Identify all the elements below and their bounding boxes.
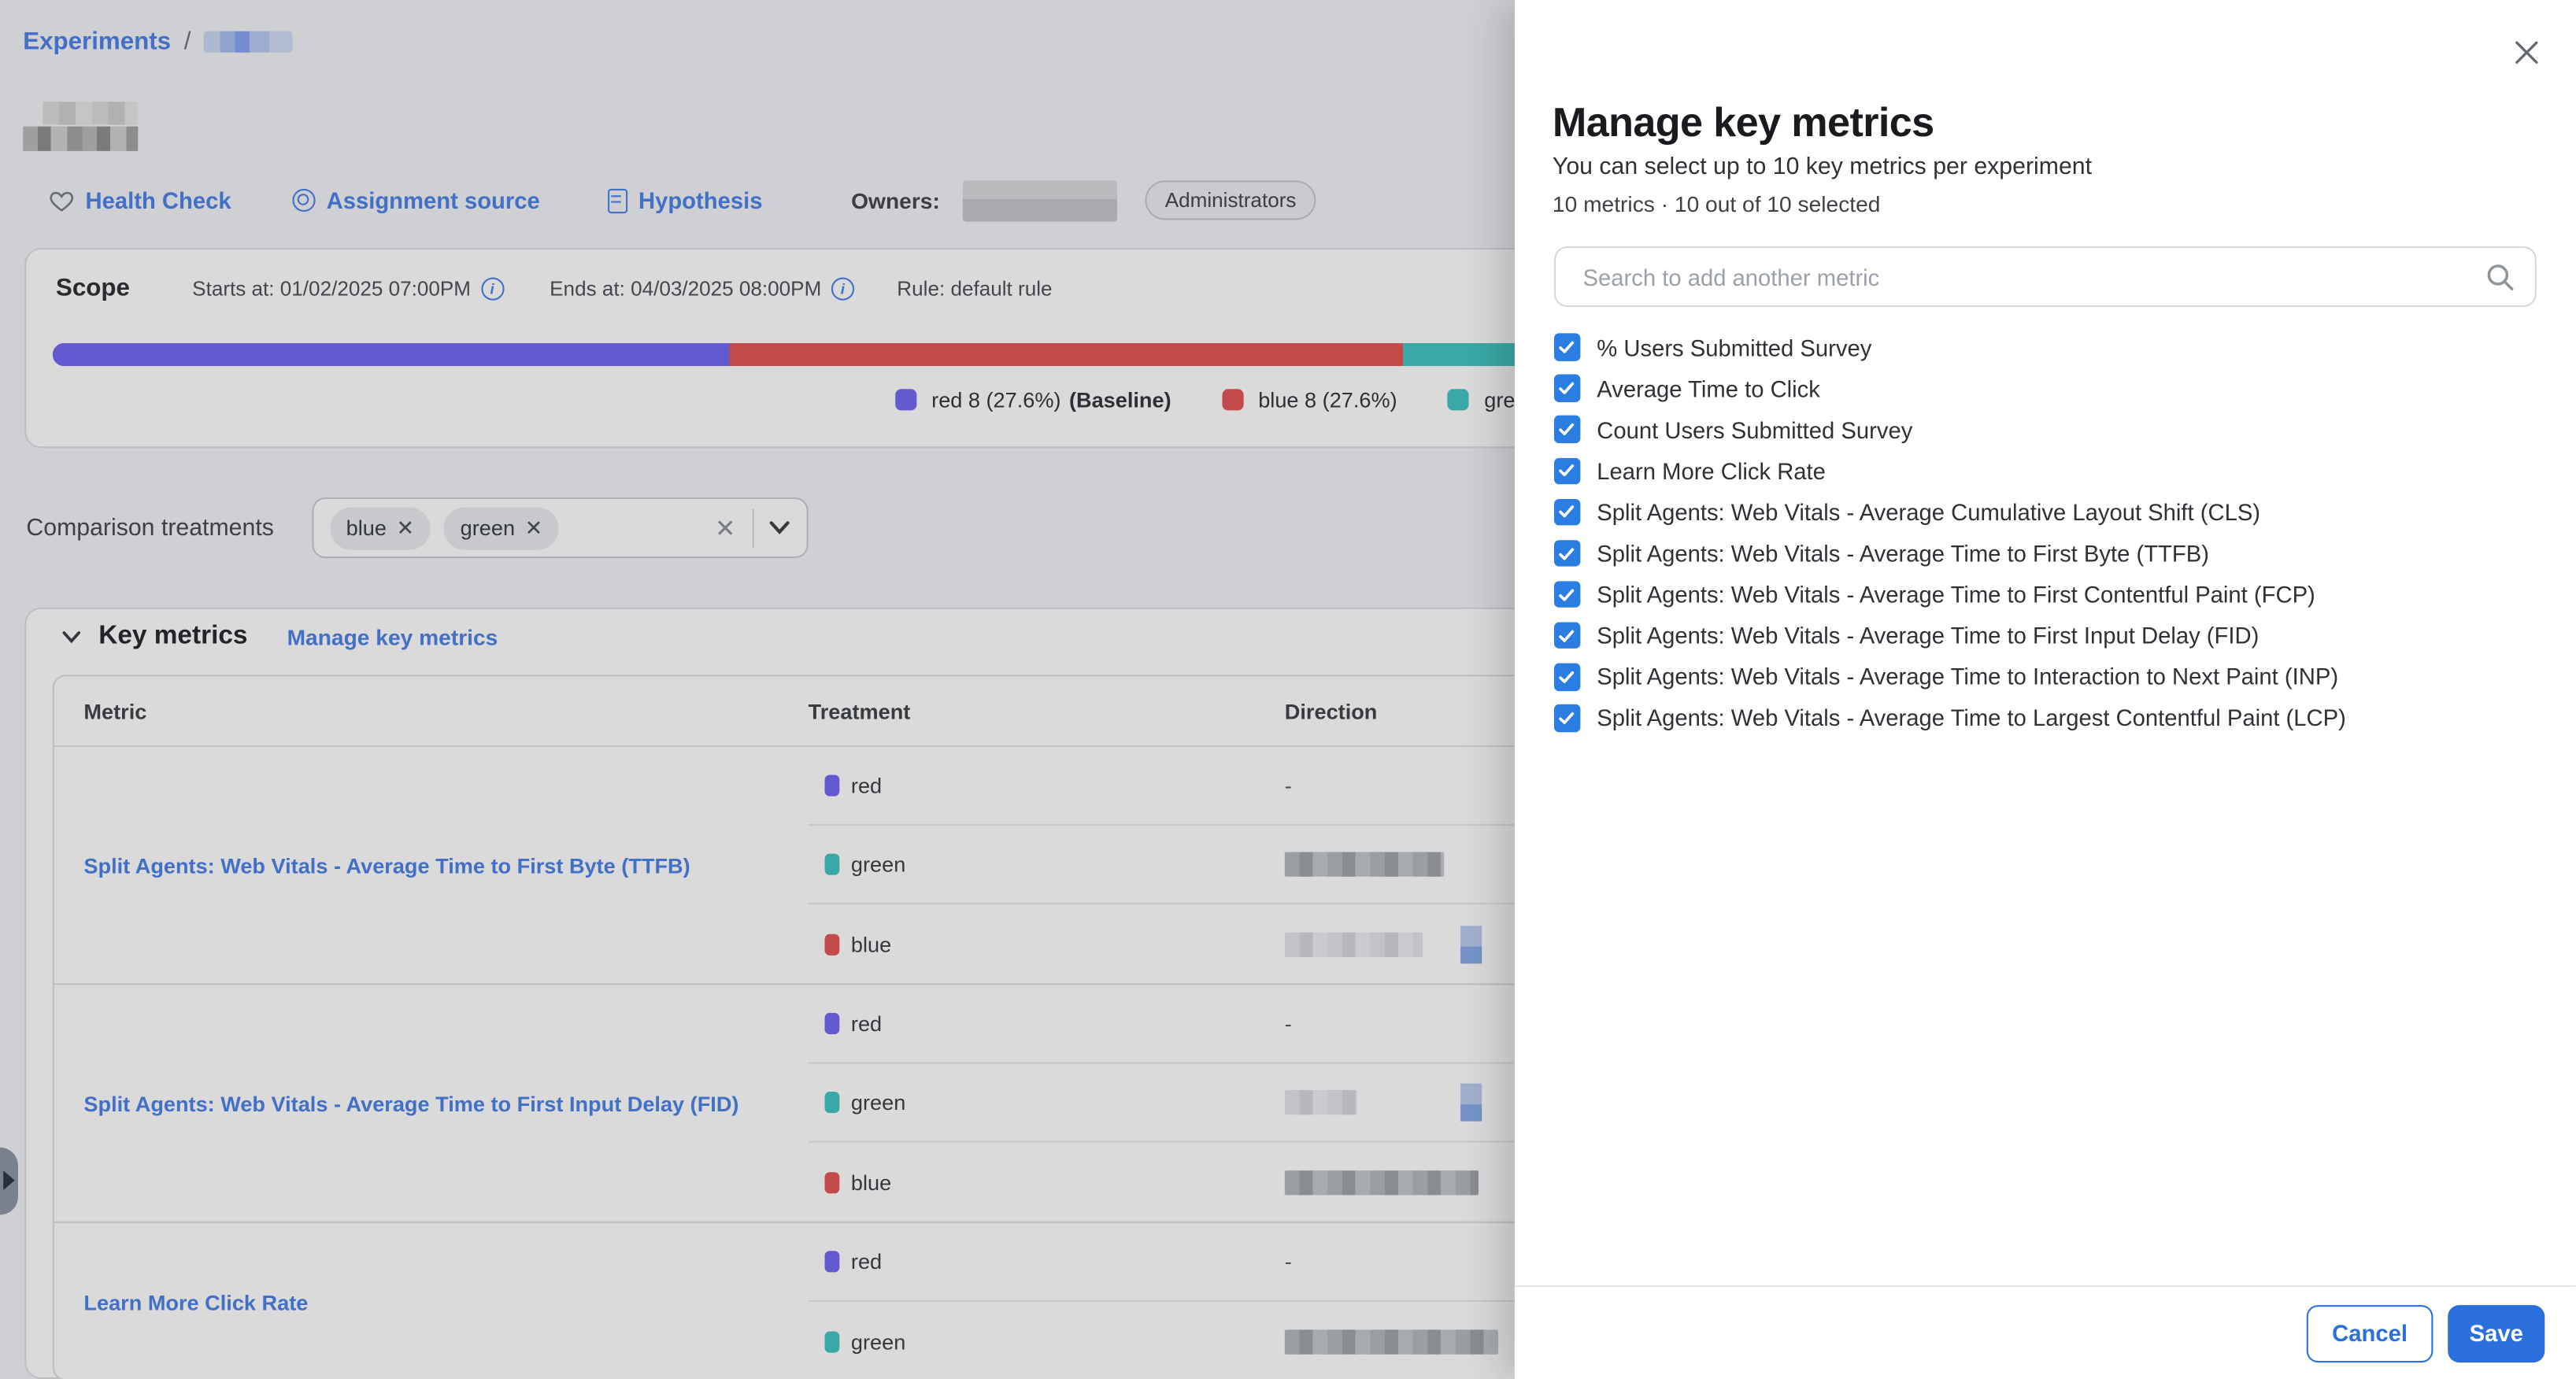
metric-checkbox-item[interactable]: Split Agents: Web Vitals - Average Time … [1553, 656, 2539, 697]
metric-search-box [1553, 246, 2536, 307]
checkbox-checked-icon[interactable] [1553, 540, 1580, 567]
checkbox-checked-icon[interactable] [1553, 581, 1580, 608]
search-icon[interactable] [2485, 263, 2515, 293]
cancel-button[interactable]: Cancel [2307, 1304, 2434, 1362]
save-button[interactable]: Save [2448, 1304, 2545, 1362]
metric-checkbox-item[interactable]: Split Agents: Web Vitals - Average Time … [1553, 697, 2539, 738]
metric-checkbox-item[interactable]: % Users Submitted Survey [1553, 327, 2539, 368]
metric-checkbox-item[interactable]: Learn More Click Rate [1553, 450, 2539, 491]
checkbox-checked-icon[interactable] [1553, 704, 1580, 731]
metrics-count-status: 10 metrics · 10 out of 10 selected [1553, 192, 1881, 216]
panel-title: Manage key metrics [1553, 100, 1934, 147]
metric-checkbox-item[interactable]: Average Time to Click [1553, 368, 2539, 409]
manage-key-metrics-panel: Manage key metrics You can select up to … [1514, 0, 2576, 1379]
close-icon[interactable] [2514, 39, 2540, 65]
app-window: Experiments / Health Check Assignment so… [0, 0, 2576, 1379]
metric-search-input[interactable] [1555, 248, 2534, 305]
metric-checkbox-list: % Users Submitted Survey Average Time to… [1553, 327, 2539, 738]
metric-checkbox-item[interactable]: Split Agents: Web Vitals - Average Time … [1553, 533, 2539, 574]
checkbox-checked-icon[interactable] [1553, 334, 1580, 360]
checkbox-checked-icon[interactable] [1553, 375, 1580, 401]
checkbox-checked-icon[interactable] [1553, 664, 1580, 690]
panel-subtitle: You can select up to 10 key metrics per … [1553, 154, 2092, 180]
metric-checkbox-item[interactable]: Count Users Submitted Survey [1553, 409, 2539, 450]
checkbox-checked-icon[interactable] [1553, 416, 1580, 443]
checkbox-checked-icon[interactable] [1553, 457, 1580, 484]
metric-checkbox-item[interactable]: Split Agents: Web Vitals - Average Time … [1553, 574, 2539, 615]
panel-footer: Cancel Save [1514, 1285, 2576, 1379]
metric-checkbox-item[interactable]: Split Agents: Web Vitals - Average Time … [1553, 615, 2539, 656]
metric-checkbox-item[interactable]: Split Agents: Web Vitals - Average Cumul… [1553, 491, 2539, 532]
checkbox-checked-icon[interactable] [1553, 498, 1580, 525]
checkbox-checked-icon[interactable] [1553, 622, 1580, 649]
